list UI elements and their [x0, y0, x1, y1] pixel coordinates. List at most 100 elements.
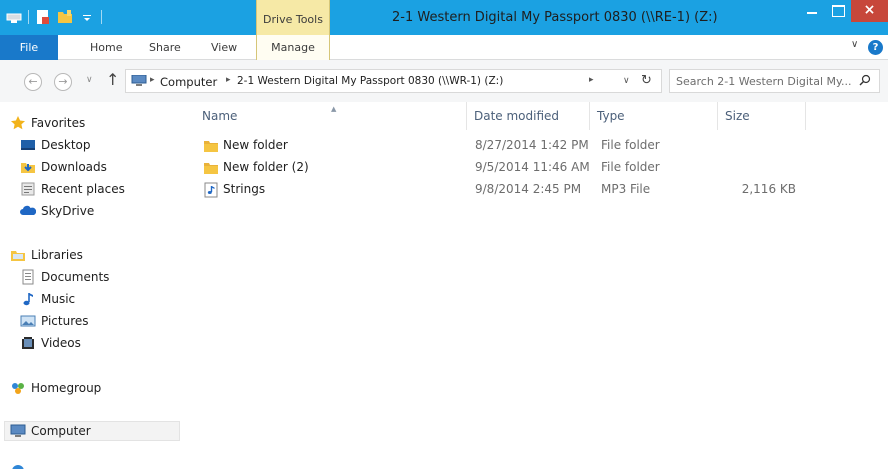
column-divider[interactable] — [717, 102, 718, 130]
libraries-label: Libraries — [31, 248, 83, 262]
drive-tools-contextual-tab: Drive Tools — [256, 0, 330, 35]
breadcrumb-separator[interactable]: ▸ — [150, 75, 155, 85]
sidebar-item-videos[interactable]: Videos — [20, 333, 81, 353]
sidebar-item-documents[interactable]: Documents — [20, 267, 109, 287]
sidebar-item-music[interactable]: Music — [20, 289, 75, 309]
new-folder-icon[interactable] — [57, 9, 73, 25]
breadcrumb-drive[interactable]: 2-1 Western Digital My Passport 0830 (\\… — [237, 75, 503, 87]
help-icon[interactable]: ? — [868, 40, 883, 55]
pictures-icon — [20, 313, 36, 329]
breadcrumb-separator[interactable]: ▸ — [226, 75, 231, 85]
file-size: 2,116 KB — [741, 182, 796, 196]
file-name: Strings — [223, 182, 266, 196]
mp3-file-icon — [203, 182, 219, 198]
sidebar-item-label: Computer — [31, 424, 91, 438]
expand-ribbon-chevron-icon[interactable]: ∨ — [851, 39, 858, 50]
tab-file[interactable]: File — [0, 35, 58, 60]
sidebar-item-label: Videos — [41, 336, 81, 350]
sidebar-item-computer[interactable]: Computer — [4, 421, 180, 441]
tab-view[interactable]: View — [211, 35, 237, 60]
breadcrumb-separator[interactable]: ▸ — [589, 75, 594, 85]
column-divider[interactable] — [466, 102, 467, 130]
tab-manage[interactable]: Manage — [256, 35, 330, 60]
sidebar-item-label: SkyDrive — [41, 204, 95, 218]
skydrive-cloud-icon — [20, 203, 37, 219]
column-header-name[interactable]: Name — [196, 102, 464, 130]
computer-icon — [10, 423, 26, 439]
sidebar-item-pictures[interactable]: Pictures — [20, 311, 89, 331]
sidebar-item-downloads[interactable]: Downloads — [20, 157, 107, 177]
drive-icon[interactable] — [6, 9, 22, 25]
sidebar-item-homegroup[interactable]: Homegroup — [10, 378, 101, 398]
address-history-chevron-icon[interactable]: ∨ — [623, 76, 630, 86]
file-type: File folder — [601, 138, 660, 152]
file-date-modified: 9/8/2014 2:45 PM — [475, 182, 582, 196]
breadcrumb-computer[interactable]: Computer — [160, 75, 217, 89]
column-divider[interactable] — [805, 102, 806, 130]
properties-icon[interactable] — [35, 9, 51, 25]
file-name: New folder (2) — [223, 160, 309, 174]
downloads-icon — [20, 159, 36, 175]
file-date-modified: 8/27/2014 1:42 PM — [475, 138, 589, 152]
recent-places-icon — [20, 181, 36, 197]
minimize-button[interactable] — [799, 0, 825, 22]
table-row[interactable]: New folder 8/27/2014 1:42 PM File folder — [196, 135, 796, 157]
toolbar-separator — [28, 10, 29, 24]
column-header-type[interactable]: Type — [591, 102, 716, 130]
documents-icon — [20, 269, 36, 285]
sidebar-item-network[interactable] — [10, 461, 31, 469]
search-input[interactable] — [676, 73, 856, 89]
sidebar-item-label: Recent places — [41, 182, 125, 196]
sidebar-item-label: Music — [41, 292, 76, 306]
close-button[interactable]: × — [851, 0, 888, 22]
drive-tools-label: Drive Tools — [263, 13, 323, 26]
forward-button[interactable]: → — [54, 73, 72, 91]
favorites-label: Favorites — [31, 116, 86, 130]
sidebar-item-label: Desktop — [41, 138, 91, 152]
folder-icon — [203, 160, 219, 176]
nav-favorites[interactable]: Favorites — [10, 113, 85, 133]
network-icon — [10, 463, 26, 469]
address-bar[interactable]: ▸ Computer ▸ 2-1 Western Digital My Pass… — [125, 69, 662, 93]
sort-ascending-icon: ▲ — [331, 105, 337, 113]
sidebar-item-recent-places[interactable]: Recent places — [20, 179, 125, 199]
star-icon — [10, 115, 26, 131]
refresh-icon[interactable]: ↻ — [641, 73, 652, 88]
customize-toolbar-icon[interactable] — [79, 9, 95, 25]
nav-libraries[interactable]: Libraries — [10, 245, 83, 265]
sidebar-item-skydrive[interactable]: SkyDrive — [20, 201, 94, 221]
sidebar-item-label: Pictures — [41, 314, 89, 328]
search-icon[interactable] — [859, 74, 871, 86]
computer-icon — [131, 74, 147, 87]
table-row[interactable]: New folder (2) 9/5/2014 11:46 AM File fo… — [196, 157, 796, 179]
column-header-date-modified[interactable]: Date modified — [468, 102, 588, 130]
toolbar-separator — [101, 10, 102, 24]
table-row[interactable]: Strings 9/8/2014 2:45 PM MP3 File 2,116 … — [196, 179, 796, 201]
quick-access-toolbar — [6, 7, 102, 27]
back-button[interactable]: ← — [24, 73, 42, 91]
file-date-modified: 9/5/2014 11:46 AM — [475, 160, 590, 174]
desktop-icon — [20, 137, 36, 153]
sidebar-item-label: Documents — [41, 270, 110, 284]
maximize-button[interactable] — [825, 0, 851, 22]
folder-icon — [203, 138, 219, 154]
recent-locations-chevron-icon[interactable]: ∨ — [86, 75, 93, 85]
navigation-pane: Favorites Desktop Downloads Recent place… — [0, 102, 183, 469]
address-row: ← → ∨ ↑ ▸ Computer ▸ 2-1 Western Digital… — [0, 60, 888, 102]
videos-icon — [20, 335, 36, 351]
music-note-icon — [20, 291, 36, 307]
column-header-size[interactable]: Size — [719, 102, 804, 130]
sidebar-item-label: Downloads — [41, 160, 107, 174]
file-name: New folder — [223, 138, 288, 152]
libraries-icon — [10, 247, 26, 263]
sidebar-item-desktop[interactable]: Desktop — [20, 135, 91, 155]
search-box[interactable] — [669, 69, 880, 93]
file-type: MP3 File — [601, 182, 651, 196]
column-divider[interactable] — [589, 102, 590, 130]
tab-home[interactable]: Home — [90, 35, 122, 60]
tab-share[interactable]: Share — [149, 35, 181, 60]
up-button[interactable]: ↑ — [106, 70, 119, 89]
ribbon-tabs: File Home Share View Manage ∨ ? — [0, 35, 888, 60]
title-bar: Drive Tools 2-1 Western Digital My Passp… — [0, 0, 888, 35]
file-list: Name ▲ Date modified Type Size New folde… — [183, 102, 888, 469]
